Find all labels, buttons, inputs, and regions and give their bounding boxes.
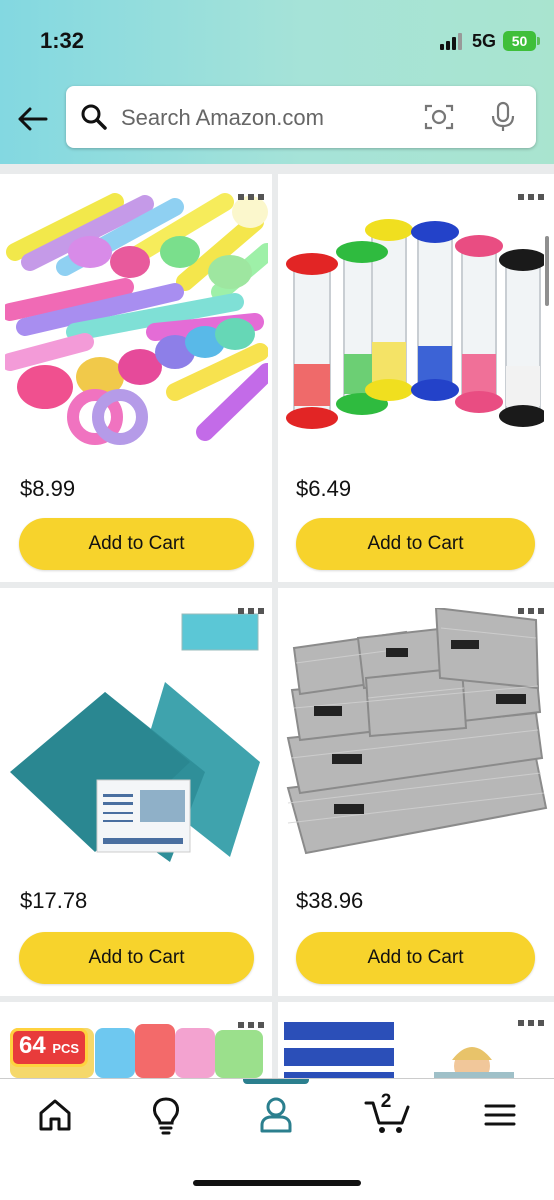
cart-count-badge: 2	[380, 1091, 392, 1112]
microphone-icon[interactable]	[490, 101, 516, 133]
lightbulb-icon[interactable]	[144, 1095, 188, 1135]
product-price: $38.96	[296, 888, 364, 913]
camera-scan-icon[interactable]	[424, 103, 454, 131]
badge-unit: PCS	[52, 1041, 80, 1056]
product-image-light-filters[interactable]	[5, 612, 268, 866]
battery-icon: 50	[503, 31, 540, 51]
product-card[interactable]: $6.49 Add to Cart	[278, 174, 554, 582]
more-options-icon[interactable]	[518, 608, 544, 614]
count-badge: 64 PCS	[10, 1028, 89, 1067]
product-price: $6.49	[296, 476, 352, 501]
product-price: $8.99	[20, 476, 76, 501]
product-card[interactable]: $17.78 Add to Cart	[0, 588, 272, 996]
badge-count: 64	[19, 1032, 46, 1059]
signal-icon	[440, 32, 466, 50]
scrollbar[interactable]	[545, 236, 549, 306]
product-image-headbands[interactable]	[284, 1020, 544, 1078]
add-to-cart-button[interactable]: Add to Cart	[296, 932, 535, 984]
menu-icon[interactable]	[478, 1095, 522, 1135]
product-image-sand-timers[interactable]	[284, 214, 544, 436]
product-price: $17.78	[20, 888, 88, 913]
add-to-cart-button[interactable]: Add to Cart	[296, 518, 535, 570]
product-image-storage-baskets[interactable]	[286, 608, 548, 870]
more-options-icon[interactable]	[238, 608, 264, 614]
network-label: 5G	[472, 31, 497, 51]
search-icon	[81, 104, 107, 130]
profile-icon[interactable]	[254, 1095, 298, 1135]
product-card[interactable]: 64 PCS	[0, 1002, 272, 1078]
more-options-icon[interactable]	[238, 194, 264, 200]
search-bar[interactable]: Search Amazon.com	[66, 86, 536, 148]
product-card[interactable]: $38.96 Add to Cart	[278, 588, 554, 996]
cart-tab[interactable]: 2	[364, 1091, 414, 1135]
add-to-cart-button[interactable]: Add to Cart	[19, 518, 254, 570]
search-input[interactable]: Search Amazon.com	[121, 105, 324, 131]
more-options-icon[interactable]	[238, 1022, 264, 1028]
home-icon[interactable]	[33, 1095, 77, 1135]
home-indicator	[193, 1180, 361, 1186]
product-card[interactable]: $8.99 Add to Cart	[0, 174, 272, 582]
header: 1:32 5G 50 Search Amazon.com	[0, 0, 554, 164]
active-tab-indicator	[243, 1079, 309, 1084]
status-time: 1:32	[40, 28, 85, 53]
add-to-cart-button[interactable]: Add to Cart	[19, 932, 254, 984]
product-image-stretchy-toys[interactable]	[5, 192, 268, 450]
more-options-icon[interactable]	[518, 194, 544, 200]
back-arrow-icon[interactable]	[16, 104, 50, 134]
more-options-icon[interactable]	[518, 1020, 544, 1026]
status-bar: 1:32 5G 50	[0, 0, 554, 80]
product-card[interactable]	[278, 1002, 554, 1078]
